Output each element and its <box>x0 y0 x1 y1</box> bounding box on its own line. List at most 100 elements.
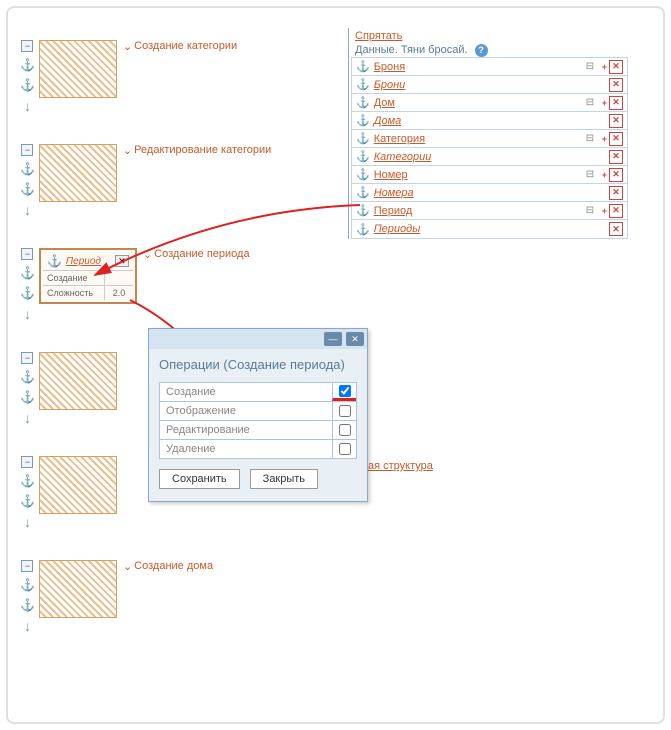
data-row[interactable]: ⚓Номер⊟+✕ <box>352 166 627 184</box>
operation-checkbox-cell <box>332 440 356 458</box>
block-placeholder[interactable] <box>39 456 117 514</box>
data-row[interactable]: ⚓Брони✕ <box>352 76 627 94</box>
operations-table: СозданиеОтображениеРедактированиеУдалени… <box>159 382 357 459</box>
delete-button[interactable]: ✕ <box>609 60 623 74</box>
operation-checkbox[interactable] <box>339 424 351 436</box>
anchor-icon[interactable]: ⚓ <box>20 286 35 300</box>
collapse-icon[interactable]: − <box>21 144 33 156</box>
operation-checkbox[interactable] <box>339 443 351 455</box>
collapse-icon[interactable]: − <box>21 248 33 260</box>
anchor-icon[interactable]: ⚓ <box>20 578 35 592</box>
data-item-link[interactable]: Номер <box>374 169 586 181</box>
db-icon: ⊟ <box>586 61 600 73</box>
anchor-icon: ⚓ <box>356 96 370 109</box>
collapse-icon[interactable]: − <box>21 560 33 572</box>
data-item-link[interactable]: Дом <box>374 97 586 109</box>
db-icon: ⊟ <box>586 97 600 109</box>
block-label: ⌄ Создание периода <box>143 248 250 261</box>
anchor-icon: ⚓ <box>356 132 370 145</box>
delete-button[interactable]: ✕ <box>609 78 623 92</box>
data-item-link[interactable]: Броня <box>374 61 586 73</box>
operation-checkbox-cell <box>332 402 356 420</box>
anchor-icon[interactable]: ⚓ <box>20 266 35 280</box>
data-row[interactable]: ⚓Периоды✕ <box>352 220 627 238</box>
close-dialog-button[interactable]: Закрыть <box>250 469 318 489</box>
save-button[interactable]: Сохранить <box>159 469 240 489</box>
collapse-icon[interactable]: − <box>21 352 33 364</box>
arrow-down-icon: ↓ <box>24 306 31 322</box>
anchor-icon[interactable]: ⚓ <box>20 494 35 508</box>
arrow-down-icon: ↓ <box>24 98 31 114</box>
data-row[interactable]: ⚓Номера✕ <box>352 184 627 202</box>
workflow-block: − ⚓ ⚓ ↓ ⌄ Создание категории <box>20 40 350 114</box>
anchor-icon[interactable]: ⚓ <box>20 390 35 404</box>
data-row[interactable]: ⚓Категория⊟+✕ <box>352 130 627 148</box>
anchor-icon[interactable]: ⚓ <box>20 182 35 196</box>
db-icon: ⊟ <box>586 133 600 145</box>
delete-button[interactable]: ✕ <box>609 168 623 182</box>
plus-icon: + <box>602 62 607 72</box>
workflow-block: − ⚓ ⚓ ↓ ⌄ Редактирование категории <box>20 144 350 218</box>
delete-button[interactable]: ✕ <box>609 150 623 164</box>
data-item-link[interactable]: Брони <box>374 79 609 91</box>
block-label-text: Создание дома <box>134 560 213 572</box>
data-row[interactable]: ⚓ Категории✕ <box>352 148 627 166</box>
anchor-icon: ⚓ <box>356 114 370 127</box>
data-row[interactable]: ⚓ Дома✕ <box>352 112 627 130</box>
data-item-link[interactable]: Периоды <box>374 223 609 235</box>
delete-button[interactable]: ✕ <box>609 204 623 218</box>
anchor-icon: ⚓ <box>356 204 370 217</box>
operation-row: Редактирование <box>160 421 356 440</box>
data-row[interactable]: ⚓ Броня⊟+✕ <box>352 58 627 76</box>
anchor-icon[interactable]: ⚓ <box>20 58 35 72</box>
delete-button[interactable]: ✕ <box>609 186 623 200</box>
operation-checkbox[interactable] <box>339 385 351 397</box>
anchor-icon[interactable]: ⚓ <box>20 78 35 92</box>
anchor-icon[interactable]: ⚓ <box>20 598 35 612</box>
delete-button[interactable]: ✕ <box>609 132 623 146</box>
minimize-button[interactable]: — <box>324 332 342 346</box>
anchor-icon[interactable]: ⚓ <box>20 474 35 488</box>
operation-label: Редактирование <box>160 421 332 439</box>
block-label-text: Редактирование категории <box>134 144 271 156</box>
close-button[interactable]: ✕ <box>346 332 364 346</box>
db-icon: ⊟ <box>586 169 600 181</box>
block-placeholder[interactable] <box>39 560 117 618</box>
block-placeholder[interactable] <box>39 40 117 98</box>
data-item-link[interactable]: Период <box>374 205 586 217</box>
dialog-titlebar[interactable]: — ✕ <box>149 329 367 349</box>
operation-label: Удаление <box>160 440 332 458</box>
help-icon[interactable]: ? <box>475 44 488 57</box>
delete-button[interactable]: ✕ <box>609 114 623 128</box>
chevron-down-icon: ⌄ <box>143 248 152 261</box>
data-row[interactable]: ⚓Период⊟+✕ <box>352 202 627 220</box>
anchor-icon[interactable]: ⚓ <box>20 162 35 176</box>
data-item-link[interactable]: Категория <box>374 133 586 145</box>
db-icon: ⊟ <box>586 205 600 217</box>
operations-dialog: — ✕ Операции (Создание периода) Создание… <box>148 328 368 502</box>
data-item-link[interactable]: Дома <box>374 115 609 127</box>
block-placeholder[interactable] <box>39 144 117 202</box>
data-item-link[interactable]: Категории <box>374 151 609 163</box>
data-panel: Спрятать Данные. Тяни бросай. ? ⚓Броня⊟+… <box>348 28 628 239</box>
anchor-icon[interactable]: ⚓ <box>20 370 35 384</box>
anchor-icon: ⚓ <box>356 60 370 73</box>
collapse-icon[interactable]: − <box>21 456 33 468</box>
operation-row: Отображение <box>160 402 356 421</box>
block-label: ⌄ Редактирование категории <box>123 144 271 157</box>
delete-button[interactable]: ✕ <box>609 96 623 110</box>
data-item-link[interactable]: Номера <box>374 187 609 199</box>
operation-checkbox[interactable] <box>339 405 351 417</box>
plus-icon: + <box>602 98 607 108</box>
block-placeholder[interactable] <box>39 352 117 410</box>
arrow-down-icon: ↓ <box>24 410 31 426</box>
remove-button[interactable]: ✕ <box>115 255 129 267</box>
delete-button[interactable]: ✕ <box>609 222 623 236</box>
arrow-down-icon: ↓ <box>24 202 31 218</box>
data-row[interactable]: ⚓ Дом⊟+✕ <box>352 94 627 112</box>
operation-row: Удаление <box>160 440 356 458</box>
structure-link[interactable]: ая структура <box>368 460 433 472</box>
anchor-icon: ⚓ <box>356 150 370 163</box>
period-link[interactable]: Период <box>66 256 101 267</box>
collapse-icon[interactable]: − <box>21 40 33 52</box>
